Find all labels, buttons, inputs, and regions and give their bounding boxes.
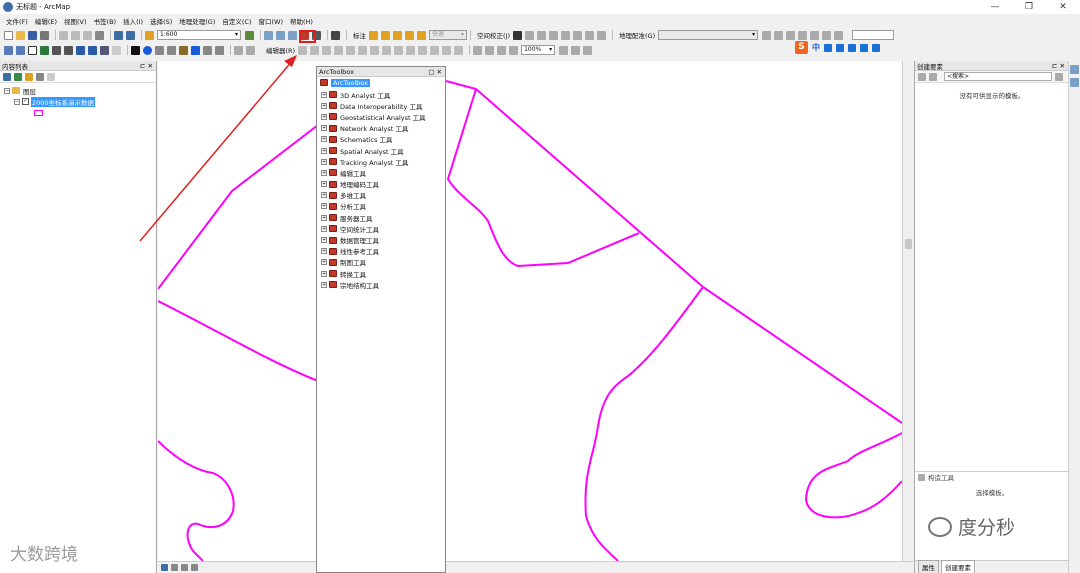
expand-icon[interactable]: + — [321, 169, 327, 176]
toolbox-item[interactable]: + Data Interoperability 工具 — [321, 100, 445, 111]
toolbox-icon — [329, 191, 337, 199]
toolbox-icon — [329, 202, 337, 210]
select-template-message: 选择模板。 — [975, 489, 1009, 497]
toolbox-icon — [329, 102, 337, 110]
expand-icon[interactable]: + — [321, 125, 327, 132]
toolbox-icon — [329, 270, 337, 278]
toolbox-item[interactable]: + Tracking Analyst 工具 — [321, 156, 445, 167]
expand-icon[interactable]: + — [321, 214, 327, 221]
expand-icon[interactable]: + — [321, 225, 327, 232]
expand-icon[interactable]: + — [321, 281, 327, 288]
create-features-panel: 创建要素 ⊏ ✕ <搜索> 没有可供显示的模板。 构造工具 选择模板。 属性 创… — [914, 61, 1069, 573]
toolbox-item[interactable]: + 空间统计工具 — [321, 223, 445, 234]
toolbox-icon — [329, 180, 337, 188]
toolbox-icon — [329, 169, 337, 177]
organize-templates-icon[interactable] — [918, 72, 926, 81]
toolbox-item[interactable]: + 分析工具 — [321, 201, 445, 212]
toolbox-icon — [329, 214, 337, 222]
toolbox-icon — [329, 113, 337, 121]
arctoolbox-title: ArcToolbox — [319, 67, 354, 76]
arctoolbox-header: ArcToolbox □ ✕ — [317, 67, 445, 77]
toolbox-icon — [329, 281, 337, 289]
toolbox-root-icon — [320, 79, 328, 86]
toolbox-item[interactable]: + 线性参考工具 — [321, 246, 445, 257]
expand-icon[interactable]: + — [321, 91, 327, 98]
toolbox-icon — [329, 258, 337, 266]
toolbox-item[interactable]: + 服务器工具 — [321, 212, 445, 223]
toolbox-icon — [329, 247, 337, 255]
window-options-icon[interactable]: □ ✕ — [428, 68, 445, 76]
expand-icon[interactable]: + — [321, 158, 327, 165]
construction-tools-header: 构造工具 — [915, 472, 1069, 482]
toolbox-item[interactable]: +3D Analyst 工具 — [321, 89, 445, 100]
expand-icon[interactable]: + — [321, 147, 327, 154]
toolbox-item[interactable]: + Network Analyst 工具 — [321, 123, 445, 134]
arctoolbox-window: ArcToolbox □ ✕ ArcToolbox +3D Analyst 工具… — [316, 66, 446, 573]
toolbox-icon — [329, 158, 337, 166]
toolbox-item[interactable]: + 编辑工具 — [321, 167, 445, 178]
template-toolbar: <搜索> — [915, 71, 1069, 83]
watermark-left: 大数跨境 — [10, 545, 78, 565]
expand-icon[interactable]: + — [321, 136, 327, 143]
empty-templates-message: 没有可供显示的模板。 — [959, 92, 1025, 100]
construction-tools-icon — [918, 473, 925, 481]
pin-close-icon[interactable]: ⊏ ✕ — [1052, 62, 1068, 70]
arctoolbox-root-label[interactable]: ArcToolbox — [331, 78, 370, 87]
create-features-title: 创建要素 — [917, 62, 943, 71]
tab-create-features[interactable]: 创建要素 — [941, 560, 975, 573]
expand-icon[interactable]: + — [321, 248, 327, 255]
toolbox-item[interactable]: + Schematics 工具 — [321, 134, 445, 145]
toolbox-item[interactable]: + 地理编码工具 — [321, 179, 445, 190]
toolbox-icon — [329, 236, 337, 244]
expand-icon[interactable]: + — [321, 259, 327, 266]
tab-attributes[interactable]: 属性 — [918, 560, 939, 573]
wechat-icon — [928, 516, 952, 537]
toolbox-item[interactable]: + 多维工具 — [321, 190, 445, 201]
toolbox-icon — [329, 225, 337, 233]
toolbox-item[interactable]: + 转换工具 — [321, 268, 445, 279]
toolbox-item[interactable]: + Geostatistical Analyst 工具 — [321, 111, 445, 122]
toolbox-list: +3D Analyst 工具 + Data Interoperability 工具… — [317, 89, 445, 290]
template-search-input[interactable]: <搜索> — [944, 72, 1052, 81]
docked-window-strip — [1068, 61, 1080, 573]
toolbox-icon — [329, 135, 337, 143]
expand-icon[interactable]: + — [321, 237, 327, 244]
expand-icon[interactable]: + — [321, 102, 327, 109]
panel-tabs: 属性 创建要素 — [915, 560, 1069, 573]
search-options-icon[interactable] — [1055, 72, 1063, 81]
toolbox-icon — [329, 147, 337, 155]
template-list-area: <搜索> 没有可供显示的模板。 — [915, 71, 1069, 471]
arrow-shaft — [139, 59, 294, 242]
toolbox-item[interactable]: + Spatial Analyst 工具 — [321, 145, 445, 156]
arrow-head — [284, 55, 297, 67]
search-tab-icon[interactable] — [1070, 78, 1079, 87]
expand-icon[interactable]: + — [321, 203, 327, 210]
toolbox-item[interactable]: + 宗地结构工具 — [321, 279, 445, 290]
expand-icon[interactable]: + — [321, 270, 327, 277]
toolbox-icon — [329, 124, 337, 132]
toolbox-item[interactable]: + 制图工具 — [321, 257, 445, 268]
expand-icon[interactable]: + — [321, 113, 327, 120]
catalog-tab-icon[interactable] — [1070, 65, 1079, 74]
expand-icon[interactable]: + — [321, 181, 327, 188]
arctoolbox-root[interactable]: ArcToolbox — [320, 77, 445, 88]
expand-icon[interactable]: + — [321, 192, 327, 199]
create-features-header: 创建要素 ⊏ ✕ — [915, 61, 1068, 71]
toolbox-icon — [329, 91, 337, 99]
watermark-right: 度分秒 — [928, 513, 1015, 540]
toolbox-item[interactable]: + 数据管理工具 — [321, 234, 445, 245]
watermark-right-text: 度分秒 — [958, 517, 1016, 539]
filter-icon[interactable] — [929, 72, 937, 81]
